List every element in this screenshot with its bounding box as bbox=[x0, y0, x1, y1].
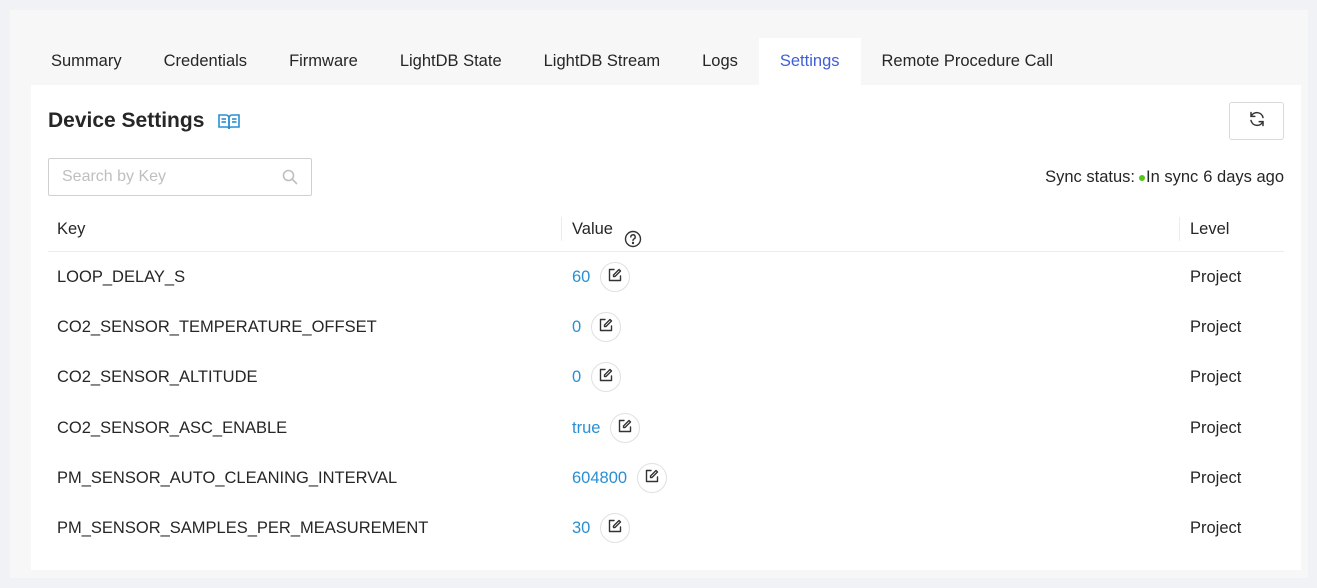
setting-value: 0 bbox=[572, 302, 622, 352]
column-header-level: Level bbox=[1190, 220, 1230, 238]
refresh-button[interactable] bbox=[1229, 102, 1284, 140]
edit-button[interactable] bbox=[591, 312, 622, 343]
setting-key: PM_SENSOR_AUTO_CLEANING_INTERVAL bbox=[57, 468, 398, 487]
setting-key: LOOP_DELAY_S bbox=[57, 268, 186, 286]
tab-remote-procedure-call[interactable]: Remote Procedure Call bbox=[861, 38, 1075, 85]
edit-icon bbox=[599, 302, 613, 352]
setting-key: CO2_SENSOR_TEMPERATURE_OFFSET bbox=[57, 318, 377, 337]
edit-button[interactable] bbox=[591, 362, 622, 393]
setting-level: Project bbox=[1190, 318, 1242, 337]
sync-status-value: In sync bbox=[1145, 168, 1199, 186]
table-row: PM_SENSOR_SAMPLES_PER_MEASUREMENT 30 Pro… bbox=[48, 503, 1284, 553]
tab-lightdb-stream[interactable]: LightDB Stream bbox=[523, 38, 681, 85]
setting-level: Project bbox=[1190, 368, 1242, 387]
setting-value-text[interactable]: 30 bbox=[572, 503, 590, 553]
tab-lightdb-state[interactable]: LightDB State bbox=[379, 38, 523, 85]
setting-value: 30 bbox=[572, 503, 631, 553]
tab-credentials[interactable]: Credentials bbox=[143, 38, 268, 85]
app-frame: Summary Credentials Firmware LightDB Sta… bbox=[10, 10, 1308, 578]
edit-button[interactable] bbox=[610, 412, 641, 443]
column-divider bbox=[1179, 217, 1180, 241]
setting-value-text[interactable]: 60 bbox=[572, 252, 590, 302]
table-row: LOOP_DELAY_S 60 Project bbox=[48, 252, 1284, 302]
edit-icon bbox=[608, 252, 622, 302]
question-circle-icon[interactable] bbox=[624, 221, 642, 247]
table-row: CO2_SENSOR_TEMPERATURE_OFFSET 0 Project bbox=[48, 302, 1284, 352]
edit-icon bbox=[608, 503, 622, 553]
setting-value: 604800 bbox=[572, 453, 668, 503]
setting-level: Project bbox=[1190, 518, 1242, 537]
setting-key: CO2_SENSOR_ALTITUDE bbox=[57, 368, 258, 387]
settings-table: Key Value Level LOOP_DELAY_S 60 Project … bbox=[48, 207, 1284, 553]
search-icon[interactable] bbox=[282, 169, 298, 185]
sync-status: Sync status: In sync 6 days ago bbox=[1045, 168, 1284, 187]
table-row: CO2_SENSOR_ALTITUDE 0 Project bbox=[48, 352, 1284, 402]
tab-bar: Summary Credentials Firmware LightDB Sta… bbox=[30, 38, 1074, 85]
column-divider bbox=[561, 217, 562, 241]
setting-value-text[interactable]: true bbox=[572, 403, 600, 453]
column-header-value: Value bbox=[572, 207, 642, 252]
edit-button[interactable] bbox=[600, 262, 631, 292]
edit-icon bbox=[645, 453, 659, 503]
setting-value: 60 bbox=[572, 252, 631, 302]
setting-value: 0 bbox=[572, 352, 622, 402]
setting-level: Project bbox=[1190, 268, 1242, 286]
table-row: CO2_SENSOR_ASC_ENABLE true Project bbox=[48, 403, 1284, 453]
edit-button[interactable] bbox=[637, 462, 668, 493]
setting-key: CO2_SENSOR_ASC_ENABLE bbox=[57, 418, 288, 437]
setting-key: PM_SENSOR_SAMPLES_PER_MEASUREMENT bbox=[57, 518, 429, 537]
sync-status-dot bbox=[1138, 174, 1145, 181]
sync-status-label: Sync status: bbox=[1045, 168, 1135, 186]
column-header-key: Key bbox=[57, 220, 86, 238]
book-open-icon[interactable] bbox=[218, 113, 240, 131]
setting-value: true bbox=[572, 403, 641, 453]
settings-panel: Device Settings Search by Key Sync statu… bbox=[31, 85, 1301, 570]
column-header-value-label: Value bbox=[572, 220, 613, 238]
setting-value-text[interactable]: 0 bbox=[572, 352, 581, 402]
search-field bbox=[48, 158, 312, 196]
table-header: Key Value Level bbox=[48, 207, 1284, 252]
tab-firmware[interactable]: Firmware bbox=[268, 38, 379, 85]
page-title: Device Settings bbox=[48, 109, 205, 132]
search-input[interactable] bbox=[49, 159, 269, 195]
tab-summary[interactable]: Summary bbox=[30, 38, 143, 85]
setting-level: Project bbox=[1190, 418, 1242, 437]
tab-logs[interactable]: Logs bbox=[681, 38, 759, 85]
setting-value-text[interactable]: 604800 bbox=[572, 453, 627, 503]
setting-value-text[interactable]: 0 bbox=[572, 302, 581, 352]
sync-status-time: 6 days ago bbox=[1203, 168, 1284, 186]
edit-icon bbox=[599, 352, 613, 402]
setting-level: Project bbox=[1190, 468, 1242, 487]
edit-button[interactable] bbox=[600, 512, 631, 543]
tab-settings[interactable]: Settings bbox=[758, 38, 861, 85]
refresh-icon bbox=[1248, 110, 1266, 133]
edit-icon bbox=[618, 403, 632, 453]
table-row: PM_SENSOR_AUTO_CLEANING_INTERVAL 604800 … bbox=[48, 453, 1284, 503]
